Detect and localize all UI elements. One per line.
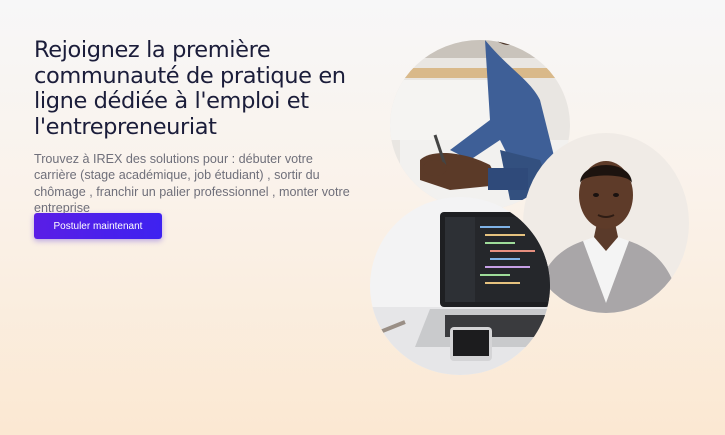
hero-text: Rejoignez la première communauté de prat… bbox=[34, 37, 379, 216]
hero-title: Rejoignez la première communauté de prat… bbox=[34, 37, 346, 140]
laptop-code-photo bbox=[370, 197, 550, 375]
hero-description: Trouvez à IREX des solutions pour : débu… bbox=[34, 152, 350, 215]
apply-now-button[interactable]: Postuler maintenant bbox=[34, 213, 162, 239]
